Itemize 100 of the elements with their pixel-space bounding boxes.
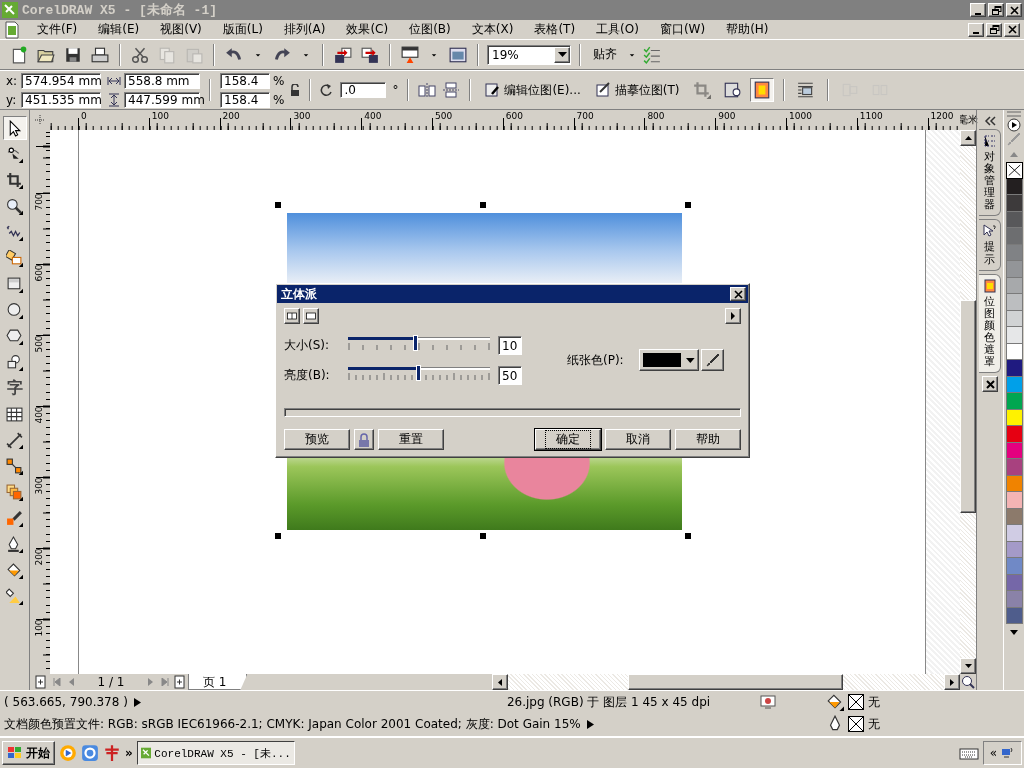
color-swatch[interactable]	[1005, 393, 1023, 410]
overflow-chevron[interactable]: »	[125, 746, 133, 760]
import-icon[interactable]	[334, 45, 352, 64]
color-swatch[interactable]	[1005, 261, 1023, 278]
restore-button[interactable]	[986, 22, 1002, 37]
close-button[interactable]	[730, 287, 746, 301]
color-swatch[interactable]	[1005, 195, 1023, 212]
menu-item[interactable]: 编辑(E)	[89, 20, 149, 39]
dragonfly-icon[interactable]	[103, 744, 121, 762]
grip-lines-icon[interactable]	[1006, 110, 1022, 118]
dialog-button[interactable]: 确定	[535, 429, 601, 450]
collapse-chevron-icon[interactable]	[984, 116, 996, 126]
menu-item[interactable]: 帮助(H)	[717, 20, 778, 39]
triangle-arrow-icon[interactable]	[133, 697, 141, 707]
media-player-icon[interactable]	[59, 744, 77, 762]
close-button[interactable]	[1004, 22, 1020, 37]
triangle-arrow-icon[interactable]	[586, 719, 594, 729]
docker-tab[interactable]: 位图颜色遮罩	[979, 273, 1001, 374]
color-swatch[interactable]	[1005, 294, 1023, 311]
value-field[interactable]: 10	[498, 335, 522, 355]
selection-handle[interactable]	[685, 202, 691, 208]
trace-bitmap-button[interactable]: 描摹位图(T)	[590, 79, 684, 101]
bitmap-resample-icon[interactable]	[722, 81, 741, 99]
color-swatch[interactable]	[1005, 360, 1023, 377]
picture-frame-icon[interactable]	[449, 45, 467, 64]
scale-x-field[interactable]: 158.4	[220, 72, 270, 89]
restore-button[interactable]	[988, 3, 1004, 17]
scale-y-field[interactable]: 158.4	[220, 91, 270, 108]
value-field[interactable]: 50	[498, 365, 522, 385]
snap-menu-button[interactable]: 贴齐	[589, 46, 621, 63]
color-swatch[interactable]	[1005, 591, 1023, 608]
color-picker-dropdown[interactable]	[639, 349, 699, 371]
color-swatch[interactable]	[1005, 459, 1023, 476]
save-icon[interactable]	[64, 45, 82, 64]
tool-button[interactable]: 字	[2, 376, 27, 400]
color-swatch[interactable]	[1005, 228, 1023, 245]
no-outline-swatch[interactable]	[848, 716, 864, 732]
minimize-button[interactable]	[968, 22, 984, 37]
document-icon[interactable]	[4, 20, 20, 39]
y-position-field[interactable]: 451.535 mm	[21, 91, 101, 108]
scroll-left-button[interactable]	[492, 674, 509, 690]
close-button[interactable]	[1006, 3, 1022, 17]
printer-icon[interactable]	[91, 45, 109, 64]
scroll-thumb[interactable]	[628, 674, 844, 690]
page-tab[interactable]: 页 1	[188, 674, 248, 690]
zoom-icon[interactable]	[960, 674, 976, 690]
slider-thumb[interactable]	[415, 365, 421, 381]
selection-handle[interactable]	[480, 202, 486, 208]
network-icon[interactable]	[1001, 746, 1015, 760]
no-color-swatch[interactable]	[1005, 162, 1023, 179]
edit-bitmap-button[interactable]: 编辑位图(E)...	[480, 79, 585, 101]
selection-handle[interactable]	[685, 533, 691, 539]
menu-item[interactable]: 文本(X)	[462, 20, 523, 39]
padlock-button[interactable]	[354, 429, 374, 450]
scroll-up-button[interactable]	[960, 130, 976, 146]
expand-button[interactable]	[725, 308, 741, 324]
close-docker-button[interactable]	[982, 376, 998, 393]
scroll-right-button[interactable]	[944, 674, 960, 690]
docker-tab[interactable]: 提示	[979, 219, 1001, 271]
monitor-icon[interactable]	[760, 694, 776, 710]
selection-handle[interactable]	[275, 533, 281, 539]
minimize-button[interactable]	[970, 3, 986, 17]
keyboard-icon[interactable]	[958, 746, 979, 760]
selection-handle[interactable]	[275, 202, 281, 208]
taskbar-button[interactable]: CorelDRAW X5 - [未...	[136, 741, 295, 765]
width-field[interactable]: 558.8 mm	[124, 72, 200, 89]
rotation-angle-field[interactable]: .0	[340, 82, 387, 98]
start-button[interactable]: 开始	[2, 741, 55, 765]
application-window-icon[interactable]	[401, 45, 419, 64]
browser-icon[interactable]	[81, 744, 99, 762]
color-swatch[interactable]	[1005, 426, 1023, 443]
ruler-origin-icon[interactable]	[34, 114, 46, 126]
menu-item[interactable]: 表格(T)	[525, 20, 585, 39]
color-swatch[interactable]	[1005, 525, 1023, 542]
scroll-down-button[interactable]	[960, 658, 976, 674]
padlock-icon[interactable]	[290, 84, 301, 96]
play-circle-icon[interactable]	[1007, 118, 1021, 132]
split-view-button[interactable]	[284, 308, 300, 324]
zoom-level-combo[interactable]: 19%	[487, 44, 571, 65]
export-icon[interactable]	[361, 45, 379, 64]
menu-item[interactable]: 版面(L)	[213, 20, 272, 39]
color-swatch[interactable]	[1005, 327, 1023, 344]
menu-item[interactable]: 工具(O)	[587, 20, 648, 39]
menu-item[interactable]: 窗口(W)	[650, 20, 715, 39]
menu-item[interactable]: 排列(A)	[274, 20, 335, 39]
new-document-icon[interactable]	[10, 45, 28, 64]
text-wrap-icon[interactable]	[796, 81, 815, 99]
mirror-horizontal-icon[interactable]	[418, 82, 437, 98]
single-view-button[interactable]	[303, 308, 319, 324]
tray-expand-chevron[interactable]: «	[989, 746, 997, 760]
selection-handle[interactable]	[480, 533, 486, 539]
dialog-button[interactable]: 帮助	[675, 429, 741, 450]
x-position-field[interactable]: 574.954 mm	[21, 72, 101, 89]
vertical-scrollbar[interactable]	[960, 130, 976, 674]
dialog-button[interactable]: 取消	[605, 429, 671, 450]
menu-item[interactable]: 视图(V)	[151, 20, 211, 39]
tool-button[interactable]	[2, 116, 27, 140]
docker-tab[interactable]: 对象管理器	[979, 129, 1001, 217]
no-fill-swatch[interactable]	[848, 694, 864, 710]
eyedropper-button[interactable]	[701, 349, 724, 371]
